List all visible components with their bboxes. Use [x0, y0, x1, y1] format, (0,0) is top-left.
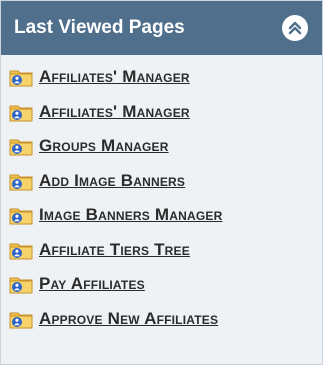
folder-user-icon [9, 243, 33, 260]
folder-user-icon [9, 70, 33, 87]
folder-user-icon [9, 139, 33, 156]
list-item-label[interactable]: Approve New Affiliates [39, 309, 218, 329]
list-item[interactable]: Add Image Banners [1, 164, 322, 199]
last-viewed-list: Affiliates' Manager Affiliates' Manager … [1, 55, 322, 336]
list-item[interactable]: Approve New Affiliates [1, 302, 322, 337]
last-viewed-pages-panel: Last Viewed Pages Affiliates' Manager Af… [0, 0, 323, 365]
folder-user-icon [9, 277, 33, 294]
list-item-label[interactable]: Image Banners Manager [39, 205, 222, 225]
folder-user-icon [9, 208, 33, 225]
folder-user-icon [9, 312, 33, 329]
list-item[interactable]: Affiliates' Manager [1, 60, 322, 95]
chevrons-up-icon [288, 21, 302, 35]
folder-user-icon [9, 105, 33, 122]
list-item[interactable]: Groups Manager [1, 129, 322, 164]
folder-user-icon [9, 174, 33, 191]
list-item-label[interactable]: Affiliate Tiers Tree [39, 240, 190, 260]
collapse-button[interactable] [282, 15, 308, 41]
list-item-label[interactable]: Affiliates' Manager [39, 67, 190, 87]
list-item-label[interactable]: Add Image Banners [39, 171, 185, 191]
list-item[interactable]: Affiliates' Manager [1, 95, 322, 130]
list-item[interactable]: Image Banners Manager [1, 198, 322, 233]
list-item[interactable]: Pay Affiliates [1, 267, 322, 302]
panel-title: Last Viewed Pages [14, 17, 185, 38]
panel-header: Last Viewed Pages [1, 1, 322, 55]
list-item[interactable]: Affiliate Tiers Tree [1, 233, 322, 268]
list-item-label[interactable]: Groups Manager [39, 136, 169, 156]
list-item-label[interactable]: Pay Affiliates [39, 274, 145, 294]
list-item-label[interactable]: Affiliates' Manager [39, 102, 190, 122]
